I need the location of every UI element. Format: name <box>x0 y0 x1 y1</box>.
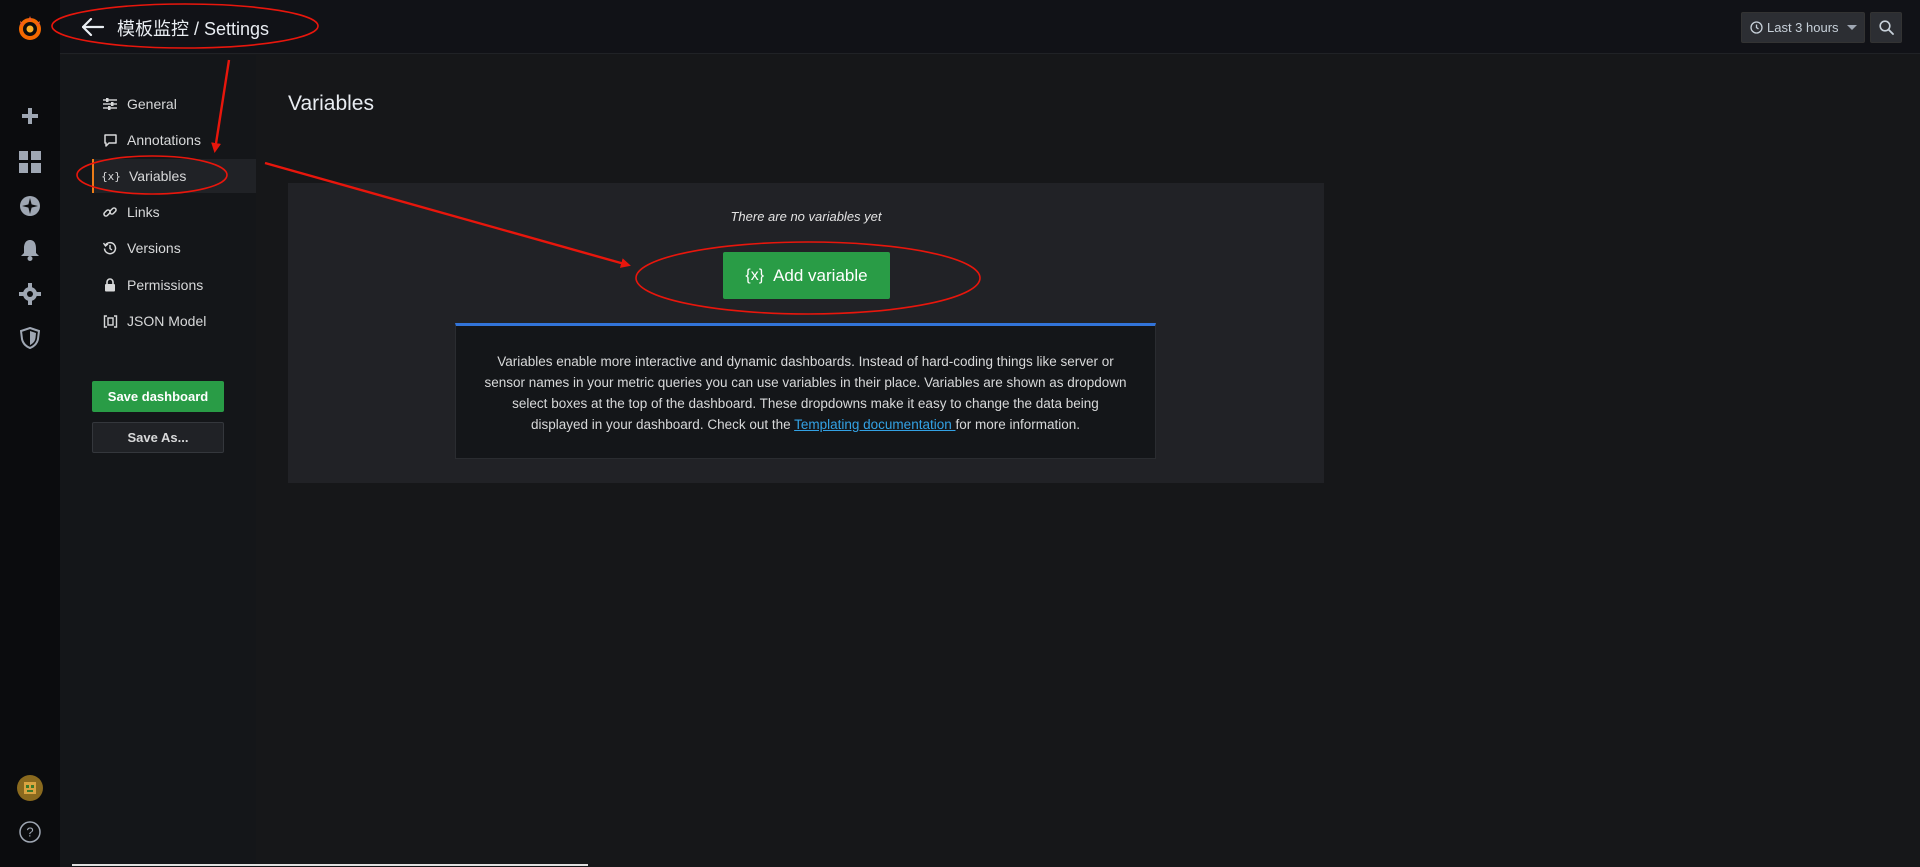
templating-docs-link[interactable]: Templating documentation <box>794 417 955 432</box>
time-range-label: Last 3 hours <box>1767 20 1839 35</box>
json-brackets-icon <box>102 313 118 329</box>
configuration-gear-icon[interactable] <box>0 274 60 314</box>
time-range-picker[interactable]: Last 3 hours <box>1741 12 1865 43</box>
nav-item-label: JSON Model <box>127 313 207 329</box>
nav-item-label: Versions <box>127 240 181 256</box>
comment-icon <box>102 132 118 148</box>
alerting-bell-icon[interactable] <box>0 230 60 270</box>
variable-braces-icon: {x} <box>101 169 121 183</box>
nav-item-label: Variables <box>129 168 187 184</box>
server-admin-shield-icon[interactable] <box>0 318 60 358</box>
breadcrumb[interactable]: 模板监控 / Settings <box>117 15 269 41</box>
empty-list-panel: There are no variables yet {x} Add varia… <box>288 183 1324 483</box>
nav-item-label: Annotations <box>127 132 201 148</box>
top-navbar: 模板监控 / Settings Last 3 hours <box>60 0 1920 54</box>
nav-item-label: General <box>127 96 177 112</box>
add-variable-label: Add variable <box>773 265 868 285</box>
lock-icon <box>102 277 118 293</box>
dashboards-icon[interactable] <box>0 142 60 182</box>
nav-item-permissions[interactable]: Permissions <box>92 268 256 302</box>
zoom-out-search-button[interactable] <box>1870 12 1902 43</box>
nav-item-json-model[interactable]: JSON Model <box>92 304 256 338</box>
svg-text:?: ? <box>26 825 33 840</box>
scroll-indicator <box>72 864 588 866</box>
explore-compass-icon[interactable] <box>0 186 60 226</box>
nav-item-general[interactable]: General <box>92 87 256 121</box>
back-button[interactable] <box>78 12 108 42</box>
nav-item-versions[interactable]: Versions <box>92 231 256 265</box>
add-variable-button[interactable]: {x} Add variable <box>723 252 890 299</box>
search-icon <box>1878 20 1894 35</box>
nav-item-variables[interactable]: {x} Variables <box>92 159 256 193</box>
history-icon <box>102 240 118 256</box>
arrow-left-icon <box>82 18 104 36</box>
sliders-icon <box>102 96 118 112</box>
nav-item-annotations[interactable]: Annotations <box>92 123 256 157</box>
chevron-down-icon <box>1846 25 1857 30</box>
nav-item-links[interactable]: Links <box>92 195 256 229</box>
user-avatar-icon[interactable] <box>0 768 60 808</box>
variables-info-box: Variables enable more interactive and dy… <box>455 323 1156 459</box>
clock-icon <box>1750 21 1763 34</box>
variable-braces-icon: {x} <box>745 266 765 284</box>
save-as-button[interactable]: Save As... <box>92 422 224 453</box>
link-icon <box>102 204 118 220</box>
info-text-end: for more information. <box>955 417 1081 432</box>
save-dashboard-button[interactable]: Save dashboard <box>92 381 224 412</box>
side-menu: ? <box>0 0 60 867</box>
help-icon[interactable]: ? <box>0 812 60 852</box>
nav-item-label: Links <box>127 204 160 220</box>
empty-state-text: There are no variables yet <box>730 209 882 224</box>
grafana-logo-icon[interactable] <box>0 8 60 48</box>
nav-item-label: Permissions <box>127 277 204 293</box>
page-title: Variables <box>288 92 374 115</box>
plus-icon[interactable] <box>0 96 60 136</box>
